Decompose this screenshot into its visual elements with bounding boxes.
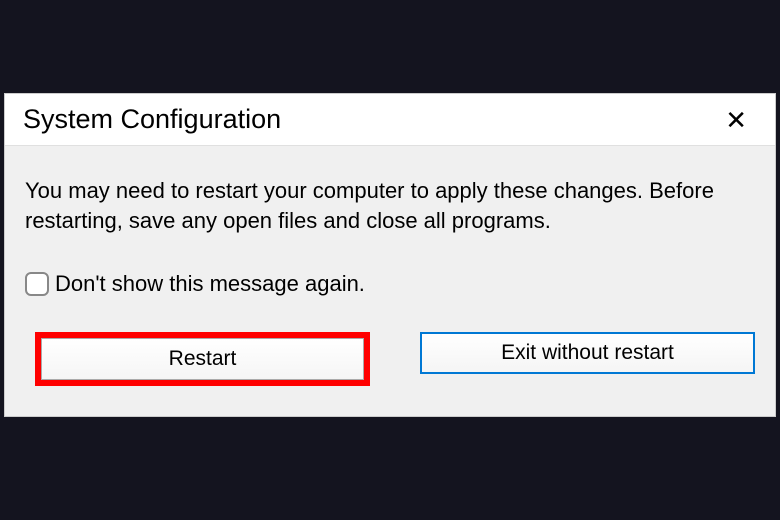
exit-button-wrap: Exit without restart: [420, 332, 755, 386]
titlebar: System Configuration ✕: [5, 94, 775, 146]
dont-show-again-label: Don't show this message again.: [55, 271, 365, 297]
dialog-message: You may need to restart your computer to…: [25, 176, 755, 235]
dont-show-again-checkbox[interactable]: [25, 272, 49, 296]
exit-without-restart-button[interactable]: Exit without restart: [420, 332, 755, 374]
close-icon[interactable]: ✕: [715, 107, 757, 133]
dont-show-again-checkbox-row[interactable]: Don't show this message again.: [25, 271, 755, 297]
restart-button[interactable]: Restart: [41, 338, 364, 380]
system-configuration-dialog: System Configuration ✕ You may need to r…: [4, 93, 776, 416]
restart-button-highlight: Restart: [35, 332, 370, 386]
dialog-title: System Configuration: [23, 104, 281, 135]
dialog-content: You may need to restart your computer to…: [5, 146, 775, 415]
buttons-row: Restart Exit without restart: [25, 332, 755, 386]
